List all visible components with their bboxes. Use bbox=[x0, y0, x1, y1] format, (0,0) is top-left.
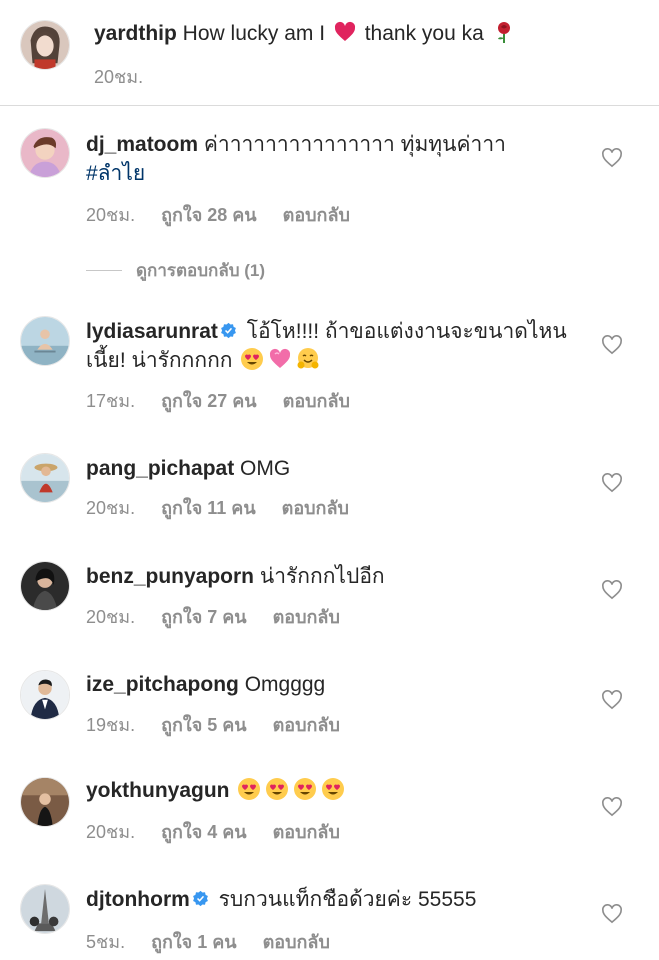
comment-body: รบกวนแท็กชือด้วยค่ะ 55555 bbox=[212, 888, 477, 911]
post-caption: yardthip How lucky am I thank you ka 20ช… bbox=[0, 0, 659, 106]
comments-screen: yardthip How lucky am I thank you ka 20ช… bbox=[0, 0, 659, 960]
like-heart-icon[interactable] bbox=[601, 580, 623, 600]
heart-eyes-emoji-icon bbox=[238, 778, 261, 800]
hugging-face-emoji-icon bbox=[297, 348, 319, 369]
avatar-benz-punyaporn[interactable] bbox=[20, 561, 70, 611]
comment-time: 20ชม. bbox=[86, 498, 136, 518]
comment-username[interactable]: djtonhorm bbox=[86, 888, 190, 911]
comment-dj-matoom: dj_matoom ค่าาาาาาาาาาาาาาา ทุ่มทุนค่าาา… bbox=[86, 130, 569, 188]
caption-meta: 20ชม. bbox=[94, 62, 143, 91]
comment-likes[interactable]: ถูกใจ 5 คน bbox=[161, 710, 247, 739]
comment-likes[interactable]: ถูกใจ 28 คน bbox=[161, 200, 257, 229]
view-replies-label: ดูการตอบกลับ (1) bbox=[136, 261, 266, 280]
comment-meta: 19ชม. ถูกใจ 5 คน ตอบกลับ bbox=[86, 710, 340, 739]
caption-body: How lucky am I bbox=[176, 22, 331, 45]
like-heart-icon[interactable] bbox=[601, 904, 623, 924]
verified-badge-icon bbox=[192, 890, 208, 907]
comment-meta: 20ชม. ถูกใจ 28 คน ตอบกลับ bbox=[86, 200, 350, 229]
comment-username[interactable]: pang_pichapat bbox=[86, 457, 234, 480]
avatar-djtonhorm[interactable] bbox=[20, 884, 70, 934]
comment-djtonhorm: djtonhorm รบกวนแท็กชือด้วยค่ะ 55555 bbox=[86, 885, 569, 914]
comment-body: OMG bbox=[234, 457, 291, 480]
comment-meta: 20ชม. ถูกใจ 4 คน ตอบกลับ bbox=[86, 817, 340, 846]
heart-eyes-emoji-icon bbox=[322, 778, 345, 800]
reply-button[interactable]: ตอบกลับ bbox=[273, 710, 340, 739]
comment-likes[interactable]: ถูกใจ 4 คน bbox=[161, 817, 247, 846]
hashtag-link[interactable]: #ลำไย bbox=[86, 162, 145, 185]
caption-body-2: thank you ka bbox=[358, 22, 490, 45]
comment-lydiasarunrat: lydiasarunrat โอ้โห!!!! ถ้าขอแต่งงานจะขน… bbox=[86, 317, 569, 375]
comment-body: น่ารักกกไปอีก bbox=[254, 565, 385, 588]
verified-badge-icon bbox=[220, 322, 236, 339]
comment-body: Omgggg bbox=[238, 673, 326, 696]
caption-text: yardthip How lucky am I thank you ka bbox=[94, 19, 569, 48]
comment-username[interactable]: benz_punyaporn bbox=[86, 565, 254, 588]
reply-button[interactable]: ตอบกลับ bbox=[273, 817, 340, 846]
comment-time: 19ชม. bbox=[86, 715, 136, 735]
comment-time: 5ชม. bbox=[86, 932, 126, 952]
like-heart-icon[interactable] bbox=[601, 473, 623, 493]
reply-button[interactable]: ตอบกลับ bbox=[263, 927, 330, 956]
avatar-pang-pichapat[interactable] bbox=[20, 453, 70, 503]
view-replies-line bbox=[86, 270, 122, 271]
like-heart-icon[interactable] bbox=[601, 797, 623, 817]
reply-button[interactable]: ตอบกลับ bbox=[273, 602, 340, 631]
reply-button[interactable]: ตอบกลับ bbox=[283, 200, 350, 229]
avatar-ize-pitchapong[interactable] bbox=[20, 670, 70, 720]
rose-emoji-icon bbox=[497, 22, 510, 43]
comment-meta: 5ชม. ถูกใจ 1 คน ตอบกลับ bbox=[86, 927, 330, 956]
like-heart-icon[interactable] bbox=[601, 335, 623, 355]
avatar-dj-matoom[interactable] bbox=[20, 128, 70, 178]
caption-divider bbox=[0, 105, 659, 106]
comment-username[interactable]: yokthunyagun bbox=[86, 779, 230, 802]
comment-meta: 20ชม. ถูกใจ 11 คน ตอบกลับ bbox=[86, 493, 349, 522]
caption-username[interactable]: yardthip bbox=[94, 22, 177, 45]
comment-username[interactable]: lydiasarunrat bbox=[86, 320, 218, 343]
red-heart-emoji-icon bbox=[334, 21, 355, 41]
reply-button[interactable]: ตอบกลับ bbox=[282, 493, 349, 522]
like-heart-icon[interactable] bbox=[601, 148, 623, 168]
comment-likes[interactable]: ถูกใจ 27 คน bbox=[161, 386, 257, 415]
avatar-lydiasarunrat[interactable] bbox=[20, 316, 70, 366]
comment-time: 20ชม. bbox=[86, 607, 136, 627]
comment-body: ค่าาาาาาาาาาาาาาา ทุ่มทุนค่าาา bbox=[198, 133, 506, 156]
heart-eyes-emoji-icon bbox=[241, 348, 264, 370]
like-heart-icon[interactable] bbox=[601, 690, 623, 710]
avatar-yokthunyagun[interactable] bbox=[20, 777, 70, 827]
comment-time: 17ชม. bbox=[86, 391, 136, 411]
comment-pang-pichapat: pang_pichapat OMG bbox=[86, 454, 569, 483]
comment-username[interactable]: ize_pitchapong bbox=[86, 673, 239, 696]
comment-body bbox=[230, 779, 236, 802]
comment-time: 20ชม. bbox=[86, 205, 136, 225]
caption-time: 20ชม. bbox=[94, 67, 144, 87]
view-replies-button[interactable]: ดูการตอบกลับ (1) bbox=[86, 257, 265, 284]
comment-time: 20ชม. bbox=[86, 822, 136, 842]
comment-likes[interactable]: ถูกใจ 11 คน bbox=[161, 493, 256, 522]
avatar-yardthip[interactable] bbox=[20, 20, 70, 70]
comment-meta: 17ชม. ถูกใจ 27 คน ตอบกลับ bbox=[86, 386, 350, 415]
comment-meta: 20ชม. ถูกใจ 7 คน ตอบกลับ bbox=[86, 602, 340, 631]
pink-heart-emoji-icon bbox=[270, 348, 291, 368]
comment-yokthunyagun: yokthunyagun bbox=[86, 776, 569, 805]
heart-eyes-emoji-icon bbox=[294, 778, 317, 800]
comment-username[interactable]: dj_matoom bbox=[86, 133, 198, 156]
reply-button[interactable]: ตอบกลับ bbox=[283, 386, 350, 415]
heart-eyes-emoji-icon bbox=[266, 778, 289, 800]
comment-ize-pitchapong: ize_pitchapong Omgggg bbox=[86, 670, 569, 699]
comment-likes[interactable]: ถูกใจ 7 คน bbox=[161, 602, 247, 631]
comment-likes[interactable]: ถูกใจ 1 คน bbox=[151, 927, 237, 956]
comment-benz-punyaporn: benz_punyaporn น่ารักกกไปอีก bbox=[86, 562, 569, 591]
